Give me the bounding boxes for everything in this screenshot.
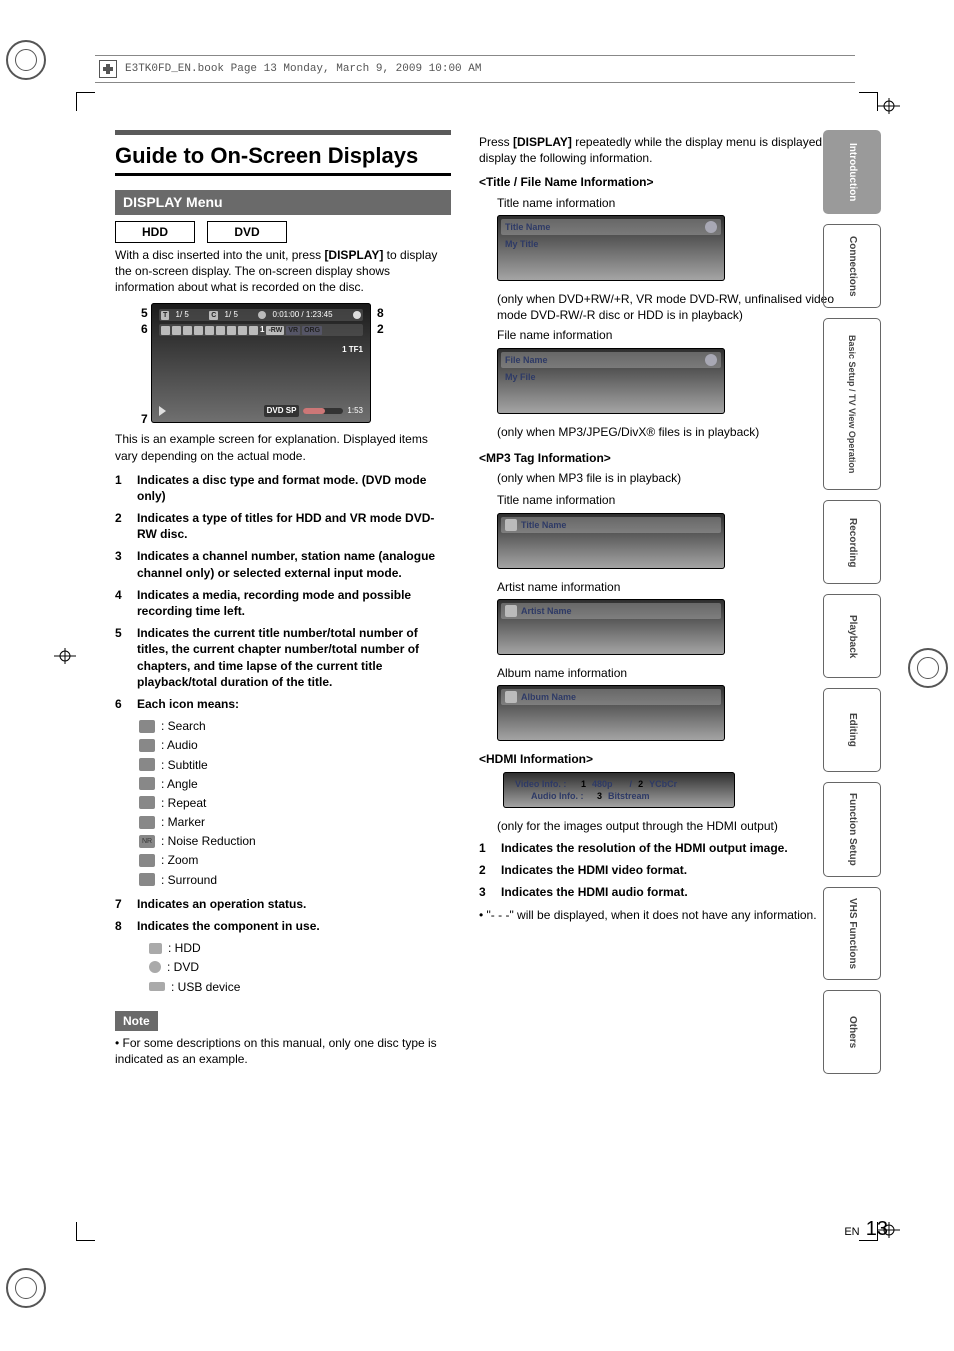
display-legend-list: 1Indicates a disc type and format mode. … [115,472,451,712]
hdd-icon [149,943,162,954]
right-intro: Press [DISPLAY] repeatedly while the dis… [479,134,845,166]
tab-editing[interactable]: Editing [823,688,881,772]
tab-recording[interactable]: Recording [823,500,881,584]
mp3-album-panel: Album Name [497,685,725,741]
tab-vhs-functions[interactable]: VHS Functions [823,887,881,980]
repeat-icon [139,796,155,809]
title-info-label: Title name information [497,195,845,211]
hdmi-bullet: • "- - -" will be displayed, when it doe… [479,907,845,923]
callout-5: 5 [141,305,148,321]
page-number: EN 13 [844,1216,888,1243]
osd-example-screen: T 1/ 5 C 1/ 5 0:01:00 / 1:23:45 1 -RW VR… [151,303,371,423]
search-icon [139,720,155,733]
surround-icon [139,873,155,886]
tab-basic-setup[interactable]: Basic Setup / TV View Operation [823,318,881,490]
osd-caption: This is an example screen for explanatio… [115,431,451,463]
subtitle-icon [139,758,155,771]
page-title: Guide to On-Screen Displays [115,130,451,176]
intro-text: With a disc inserted into the unit, pres… [115,247,451,296]
title-name-panel: Title Name My Title [497,215,725,281]
side-tabs: Introduction Connections Basic Setup / T… [823,130,881,1074]
book-icon [99,60,117,78]
craft-header-text: E3TK0FD_EN.book Page 13 Monday, March 9,… [125,62,481,77]
title-note: (only when DVD+RW/+R, VR mode DVD-RW, un… [497,291,845,323]
dvd-badge: DVD [207,221,287,243]
disc-icon [705,354,717,366]
zoom-icon [139,854,155,867]
hdmi-note: (only for the images output through the … [497,818,845,834]
crop-target-icon [6,40,46,80]
tab-introduction[interactable]: Introduction [823,130,881,214]
registration-bar-icon [54,648,76,664]
crop-mark-icon [76,92,95,111]
mp3-artist-label: Artist name information [497,579,845,595]
hdd-badge: HDD [115,221,195,243]
file-note: (only when MP3/JPEG/DivX® files is in pl… [497,424,845,440]
tab-function-setup[interactable]: Function Setup [823,782,881,877]
crop-target-icon [6,1268,46,1308]
noise-reduction-icon: NR [139,835,155,848]
play-icon [159,406,166,416]
file-name-panel: File Name My File [497,348,725,414]
dvd-icon [149,961,161,973]
icon-legend-list: : Search : Audio : Subtitle : Angle : Re… [139,718,451,888]
disc-icon [705,221,717,233]
mp3-title-panel: Title Name [497,513,725,569]
crop-mark-icon [859,92,878,111]
right-column: Press [DISPLAY] repeatedly while the dis… [479,130,845,1075]
mp3-artist-panel: Artist Name [497,599,725,655]
audio-icon [139,739,155,752]
page-content: Guide to On-Screen Displays DISPLAY Menu… [115,130,845,1075]
section-heading: DISPLAY Menu [115,190,451,215]
file-info-label: File name information [497,327,845,343]
component-icon-list: : HDD : DVD : USB device [149,940,451,995]
section-mp3: <MP3 Tag Information> [479,450,845,466]
marker-icon [139,816,155,829]
tab-connections[interactable]: Connections [823,224,881,308]
mp3-note: (only when MP3 file is in playback) [497,470,845,486]
music-note-icon [505,519,517,531]
note-text: • For some descriptions on this manual, … [115,1035,451,1067]
note-label: Note [115,1011,158,1031]
mp3-album-label: Album name information [497,665,845,681]
left-column: Guide to On-Screen Displays DISPLAY Menu… [115,130,451,1075]
registration-bar-icon [878,98,900,114]
crop-target-icon [908,648,948,688]
mp3-title-label: Title name information [497,492,845,508]
callout-6: 6 [141,321,148,337]
hdmi-panel: Video Info. : 1480p /2YCbCr Audio Info. … [503,772,735,808]
section-hdmi: <HDMI Information> [479,751,845,767]
crop-mark-icon [76,1222,95,1241]
tab-playback[interactable]: Playback [823,594,881,678]
callout-7: 7 [141,411,148,427]
craft-header: E3TK0FD_EN.book Page 13 Monday, March 9,… [95,55,855,83]
tab-others[interactable]: Others [823,990,881,1074]
callout-8: 8 [377,305,384,321]
album-icon [505,691,517,703]
person-icon [505,605,517,617]
usb-icon [149,982,165,991]
section-title-file: <Title / File Name Information> [479,174,845,190]
angle-icon [139,777,155,790]
hdmi-legend-list: 1Indicates the resolution of the HDMI ou… [479,840,845,901]
callout-2: 2 [377,321,384,337]
display-legend-list-2: 7Indicates an operation status. 8Indicat… [115,896,451,934]
